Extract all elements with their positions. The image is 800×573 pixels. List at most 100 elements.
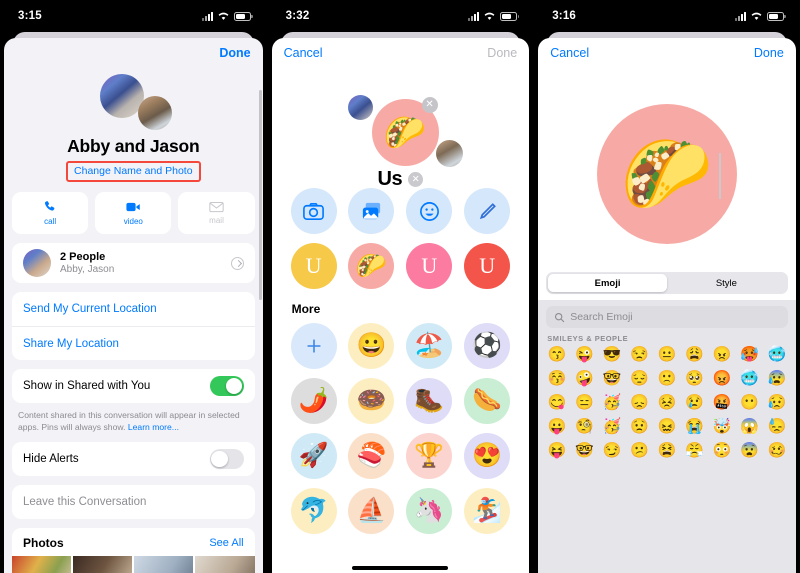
monogram-red[interactable]: U <box>464 243 511 289</box>
leave-conversation-row[interactable]: Leave this Conversation <box>12 485 255 519</box>
emoji-cell[interactable]: 😞 <box>626 392 654 414</box>
emoji-cell[interactable]: 😛 <box>543 416 571 438</box>
more-item[interactable]: 🌶️ <box>290 378 337 424</box>
emoji-cell[interactable]: 😢 <box>681 392 709 414</box>
more-item[interactable]: 🍩 <box>348 378 395 424</box>
cancel-button[interactable]: Cancel <box>550 46 589 60</box>
done-button[interactable]: Done <box>219 46 250 60</box>
people-row[interactable]: 2 People Abby, Jason <box>12 243 255 283</box>
shared-with-you-row[interactable]: Show in Shared with You <box>12 369 255 403</box>
cancel-button[interactable]: Cancel <box>284 46 323 60</box>
emoji-cell[interactable]: 😨 <box>736 440 764 462</box>
emoji-cell[interactable]: 😔 <box>626 368 654 390</box>
emoji-cell[interactable]: 😐 <box>653 344 681 366</box>
search-emoji-field[interactable]: Search Emoji <box>546 306 788 328</box>
emoji-cell[interactable]: 😒 <box>626 344 654 366</box>
clear-name-button[interactable]: ✕ <box>408 172 424 187</box>
emoji-cell[interactable]: 🤯 <box>708 416 736 438</box>
emoji-cell[interactable]: 😫 <box>653 440 681 462</box>
group-avatar[interactable] <box>4 72 263 134</box>
emoji-cell[interactable]: 😎 <box>598 344 626 366</box>
emoji-cell[interactable]: 😑 <box>571 392 599 414</box>
add-photo-button[interactable] <box>290 323 337 369</box>
emoji-cell[interactable]: 😠 <box>708 344 736 366</box>
chevron-right-icon[interactable] <box>230 256 244 270</box>
emoji-cell[interactable]: 😝 <box>543 440 571 462</box>
emoji-cell[interactable]: 😩 <box>681 344 709 366</box>
emoji-cell[interactable]: 😟 <box>626 416 654 438</box>
emoji-cell[interactable]: 😱 <box>736 416 764 438</box>
more-item[interactable]: 🍣 <box>348 433 395 479</box>
monogram-yellow[interactable]: U <box>290 243 337 289</box>
photos-strip[interactable] <box>12 556 255 573</box>
details-scroll[interactable]: Abby and Jason Change Name and Photo cal… <box>4 72 263 573</box>
hide-alerts-toggle[interactable] <box>209 449 244 469</box>
emoji-cell[interactable]: 😶 <box>736 392 764 414</box>
emoji-cell[interactable]: 🥺 <box>681 368 709 390</box>
selected-emoji-circle[interactable]: 🌮 <box>596 104 737 244</box>
emoji-cell[interactable]: 😕 <box>626 440 654 462</box>
emoji-cell[interactable]: 😳 <box>708 440 736 462</box>
tab-emoji[interactable]: Emoji <box>548 274 667 292</box>
more-item[interactable]: ⚽ <box>464 323 511 369</box>
emoji-cell[interactable]: 🤬 <box>708 392 736 414</box>
emoji-cell[interactable]: 🤓 <box>598 368 626 390</box>
memoji-button[interactable] <box>406 188 453 234</box>
more-item[interactable]: 🌭 <box>464 378 511 424</box>
more-item[interactable]: ⛵ <box>348 488 395 534</box>
people-card[interactable]: 2 People Abby, Jason <box>12 243 255 283</box>
more-item[interactable]: 🚀 <box>290 433 337 479</box>
see-all-button[interactable]: See All <box>209 537 243 549</box>
more-item[interactable]: 🏆 <box>406 433 453 479</box>
more-item[interactable]: 🐬 <box>290 488 337 534</box>
emoji-cell[interactable]: 😜 <box>571 344 599 366</box>
emoji-cell[interactable]: 😙 <box>543 344 571 366</box>
emoji-cell[interactable]: 🥳 <box>598 392 626 414</box>
camera-button[interactable] <box>290 188 337 234</box>
more-item[interactable]: 🦄 <box>406 488 453 534</box>
done-button[interactable]: Done <box>487 46 517 60</box>
emoji-cell[interactable]: 🤪 <box>571 368 599 390</box>
draw-button[interactable] <box>464 188 511 234</box>
more-item[interactable]: 😍 <box>464 433 511 479</box>
more-item[interactable]: 😀 <box>348 323 395 369</box>
emoji-cell[interactable]: 🥵 <box>736 344 764 366</box>
emoji-cell[interactable]: 🧐 <box>571 416 599 438</box>
emoji-cell[interactable]: 🥶 <box>736 368 764 390</box>
emoji-grid[interactable]: 😙 😜 😎 😒 😐 😩 😠 🥵 🥶 😚 🤪 🤓 😔 🙁 🥺 😡 🥶 😰 😋 😑 … <box>538 344 796 573</box>
learn-more-link[interactable]: Learn more... <box>128 422 179 432</box>
shared-with-you-toggle[interactable] <box>209 376 244 396</box>
emoji-cell[interactable]: 😓 <box>763 416 791 438</box>
emoji-cell[interactable]: 🥴 <box>763 440 791 462</box>
hide-alerts-row[interactable]: Hide Alerts <box>12 442 255 476</box>
emoji-cell[interactable]: 😚 <box>543 368 571 390</box>
emoji-cell[interactable]: 😡 <box>708 368 736 390</box>
video-button[interactable]: video <box>95 192 172 234</box>
emoji-cell[interactable]: 🥶 <box>763 344 791 366</box>
emoji-cell[interactable]: 🤓 <box>571 440 599 462</box>
share-my-location-row[interactable]: Share My Location <box>12 326 255 360</box>
emoji-cell[interactable]: 😏 <box>598 440 626 462</box>
remove-photo-button[interactable]: ✕ <box>421 97 438 113</box>
tab-style[interactable]: Style <box>667 274 786 292</box>
emoji-cell[interactable]: 😭 <box>681 416 709 438</box>
emoji-cell[interactable]: 😋 <box>543 392 571 414</box>
photos-button[interactable] <box>348 188 395 234</box>
more-item[interactable]: 🏖️ <box>406 323 453 369</box>
monogram-pink[interactable]: U <box>406 243 453 289</box>
home-indicator[interactable] <box>352 566 449 570</box>
call-button[interactable]: call <box>12 192 89 234</box>
change-name-and-photo-button[interactable]: Change Name and Photo <box>66 161 201 182</box>
emoji-cell[interactable]: 😥 <box>763 392 791 414</box>
emoji-cell[interactable]: 😰 <box>763 368 791 390</box>
emoji-cell[interactable]: 😣 <box>653 392 681 414</box>
more-item[interactable]: 🏂 <box>464 488 511 534</box>
group-name-text[interactable]: Us <box>378 168 403 191</box>
emoji-cell[interactable]: 🙁 <box>653 368 681 390</box>
emoji-cell[interactable]: 😤 <box>681 440 709 462</box>
more-item[interactable]: 🥾 <box>406 378 453 424</box>
emoji-cell[interactable]: 🥳 <box>598 416 626 438</box>
taco-option[interactable]: 🌮 <box>348 243 395 289</box>
leave-conversation-card[interactable]: Leave this Conversation <box>12 485 255 519</box>
send-current-location-row[interactable]: Send My Current Location <box>12 292 255 326</box>
